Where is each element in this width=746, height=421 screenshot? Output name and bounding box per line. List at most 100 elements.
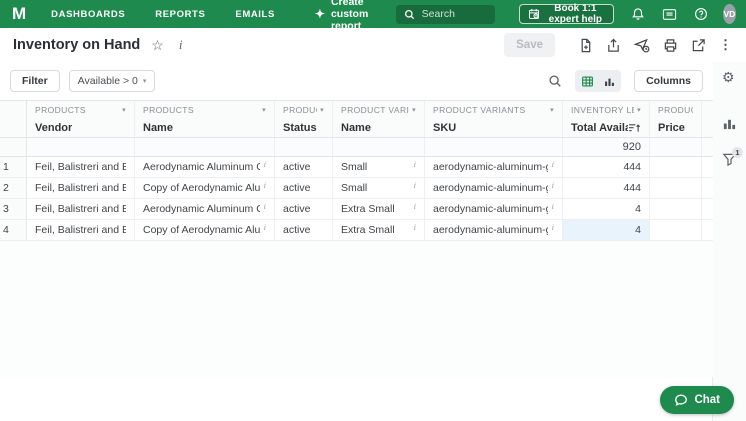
help-icon[interactable] <box>694 7 708 21</box>
cell-total-available[interactable]: 444 <box>563 178 650 198</box>
favorite-star-icon[interactable]: ☆ <box>151 38 164 52</box>
cell-info-icon[interactable]: i <box>264 220 266 234</box>
cell-status[interactable]: active <box>275 157 333 177</box>
cell-status[interactable]: active <box>275 178 333 198</box>
chart-panel-icon[interactable] <box>722 116 737 131</box>
chat-label: Chat <box>694 394 720 406</box>
nav-dashboards[interactable]: DASHBOARDS <box>51 9 125 20</box>
cell-total-available[interactable]: 444 <box>563 157 650 177</box>
columns-button[interactable]: Columns <box>634 70 703 92</box>
column-header-total-available[interactable]: Total Available <box>563 118 650 137</box>
cell-sku[interactable]: aerodynamic-aluminum-gloves-smalli <box>425 199 563 219</box>
column-header-status[interactable]: Status <box>275 118 333 137</box>
cell-price[interactable] <box>650 157 702 177</box>
cell-product-name[interactable]: Aerodynamic Aluminum Glovesi <box>135 157 275 177</box>
active-filter-pill[interactable]: Available > 0 ▾ <box>69 70 156 92</box>
group-header-inventory-levels[interactable]: INVENTORY LEVELS▾ <box>563 101 650 118</box>
cell-info-icon[interactable]: i <box>414 199 416 213</box>
table-view-toggle-icon[interactable] <box>577 72 597 90</box>
cell-info-icon[interactable]: i <box>552 178 554 192</box>
column-menu-icon[interactable]: ▾ <box>550 106 554 114</box>
cell-info-icon[interactable]: i <box>264 178 266 192</box>
column-header-row: Vendor Name Status Name SKU Total Availa… <box>0 118 713 138</box>
nav-reports[interactable]: REPORTS <box>155 9 205 20</box>
cell-sku[interactable]: aerodynamic-aluminum-gloves-smalli <box>425 157 563 177</box>
row-number: 1 <box>0 157 27 177</box>
group-header-products-name[interactable]: PRODUCTS▾ <box>135 101 275 118</box>
cell-info-icon[interactable]: i <box>552 157 554 171</box>
print-icon[interactable] <box>663 38 678 53</box>
column-menu-icon[interactable]: ▾ <box>320 106 324 114</box>
cell-product-name[interactable]: Copy of Aerodynamic Aluminum Glovesi <box>135 178 275 198</box>
group-header-variants-sku[interactable]: PRODUCT VARIANTS▾ <box>425 101 563 118</box>
top-nav-bar: M DASHBOARDS REPORTS EMAILS ✦ Create cus… <box>0 0 746 28</box>
column-menu-icon[interactable]: ▾ <box>637 106 641 114</box>
global-search-input[interactable]: Search <box>396 5 495 24</box>
save-as-new-report-icon[interactable] <box>578 38 593 53</box>
group-header-variants-name[interactable]: PRODUCT VARIANTS▾ <box>333 101 425 118</box>
chat-button[interactable]: Chat <box>660 386 734 414</box>
cell-product-name[interactable]: Copy of Aerodynamic Aluminum Glovesi <box>135 220 275 240</box>
cell-variant-name[interactable]: Extra Smalli <box>333 220 425 240</box>
cell-sku[interactable]: aerodynamic-aluminum-gloves-smalli <box>425 178 563 198</box>
table-search-icon[interactable] <box>548 74 562 88</box>
save-button[interactable]: Save <box>504 33 555 57</box>
report-content-area: Filter Available > 0 ▾ Columns <box>0 62 713 421</box>
cell-total-available[interactable]: 4 <box>563 199 650 219</box>
book-expert-help-button[interactable]: Book 1:1 expert help <box>519 4 614 24</box>
cell-status[interactable]: active <box>275 199 333 219</box>
filter-button[interactable]: Filter <box>10 70 60 92</box>
cell-total-available-selected[interactable]: 4 <box>563 220 650 240</box>
group-header-variants-price[interactable]: PRODUCT VARIANTS <box>650 101 702 118</box>
cell-info-icon[interactable]: i <box>414 178 416 192</box>
cell-info-icon[interactable]: i <box>552 220 554 234</box>
cell-vendor[interactable]: Feil, Balistreri and Botsford <box>27 157 135 177</box>
filters-panel-icon[interactable]: 1 <box>722 152 737 167</box>
cell-sku[interactable]: aerodynamic-aluminum-gloves-smalli <box>425 220 563 240</box>
cell-price[interactable] <box>650 178 702 198</box>
column-header-price[interactable]: Price <box>650 118 702 137</box>
table-toolbar: Filter Available > 0 ▾ Columns <box>0 62 713 100</box>
column-header-sku[interactable]: SKU <box>425 118 563 137</box>
cell-variant-name[interactable]: Smalli <box>333 157 425 177</box>
cell-info-icon[interactable]: i <box>414 157 416 171</box>
user-avatar[interactable]: VD <box>723 4 736 24</box>
group-header-products-vendor[interactable]: PRODUCTS▾ <box>27 101 135 118</box>
cell-price[interactable] <box>650 220 702 240</box>
column-menu-icon[interactable]: ▾ <box>412 106 416 114</box>
gutter-header <box>0 118 27 137</box>
export-share-icon[interactable] <box>606 38 621 53</box>
cell-info-icon[interactable]: i <box>264 199 266 213</box>
group-header-products-status[interactable]: PRODUCTS▾ <box>275 101 333 118</box>
metorik-logo[interactable]: M <box>12 4 25 24</box>
scheduled-send-icon[interactable] <box>634 38 650 53</box>
cell-vendor[interactable]: Feil, Balistreri and Botsford <box>27 178 135 198</box>
cell-info-icon[interactable]: i <box>552 199 554 213</box>
column-menu-icon[interactable]: ▾ <box>122 106 126 114</box>
page-title: Inventory on Hand <box>13 37 140 53</box>
nav-emails[interactable]: EMAILS <box>235 9 275 20</box>
cell-price[interactable] <box>650 199 702 219</box>
report-info-icon[interactable]: i <box>179 37 183 53</box>
column-menu-icon[interactable]: ▾ <box>262 106 266 114</box>
notifications-bell-icon[interactable] <box>631 7 645 21</box>
chat-bubble-icon <box>674 393 688 407</box>
cell-status[interactable]: active <box>275 220 333 240</box>
column-header-name[interactable]: Name <box>135 118 275 137</box>
cell-variant-name[interactable]: Extra Smalli <box>333 199 425 219</box>
cell-info-icon[interactable]: i <box>264 157 266 171</box>
more-options-kebab-icon[interactable]: ⋮ <box>719 37 732 53</box>
column-header-variant-name[interactable]: Name <box>333 118 425 137</box>
report-title-bar: Inventory on Hand ☆ i Save ⋮ <box>0 28 746 62</box>
settings-gear-icon[interactable]: ⚙ <box>722 69 735 86</box>
cell-vendor[interactable]: Feil, Balistreri and Botsford <box>27 199 135 219</box>
column-header-vendor[interactable]: Vendor <box>27 118 135 137</box>
cell-product-name[interactable]: Aerodynamic Aluminum Glovesi <box>135 199 275 219</box>
chart-view-toggle-icon[interactable] <box>599 72 619 90</box>
sort-descending-icon[interactable] <box>628 123 641 133</box>
cell-info-icon[interactable]: i <box>414 220 416 234</box>
cell-variant-name[interactable]: Smalli <box>333 178 425 198</box>
changelog-icon[interactable] <box>662 8 677 21</box>
cell-vendor[interactable]: Feil, Balistreri and Botsford <box>27 220 135 240</box>
open-external-link-icon[interactable] <box>691 38 706 53</box>
